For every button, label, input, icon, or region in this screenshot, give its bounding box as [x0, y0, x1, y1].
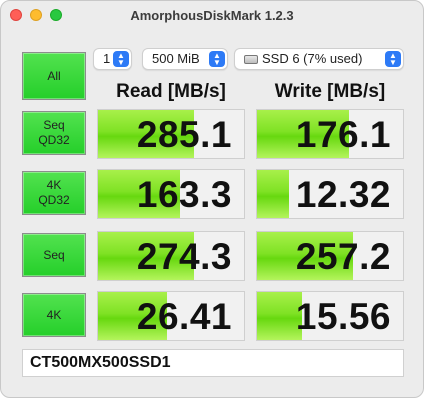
test-size-value: 500 MiB — [152, 51, 200, 66]
4k-write-result: 15.56 — [256, 291, 404, 341]
drive-select[interactable]: SSD 6 (7% used) ▲ ▼ — [234, 48, 404, 70]
chevron-updown-icon: ▲ ▼ — [113, 51, 129, 67]
result-value: 176.1 — [295, 114, 391, 155]
result-value: 12.32 — [295, 174, 391, 215]
result-value: 274.3 — [136, 236, 232, 277]
drive-icon — [244, 55, 258, 64]
write-header: Write [MB/s] — [274, 81, 386, 102]
4k-qd32-write-result: 12.32 — [256, 169, 404, 219]
chevron-updown-icon: ▲ ▼ — [209, 51, 225, 67]
window-title: AmorphousDiskMark 1.2.3 — [130, 8, 294, 23]
run-all-button[interactable]: All — [22, 52, 86, 100]
4k-qd32-button[interactable]: 4K QD32 — [22, 171, 86, 215]
seq-qd32-read-result: 285.1 — [97, 109, 245, 159]
4k-read-result: 26.41 — [97, 291, 245, 341]
result-bar — [257, 170, 290, 218]
4k-qd32-read-result: 163.3 — [97, 169, 245, 219]
chevron-updown-icon: ▲ ▼ — [385, 51, 401, 67]
drive-value: SSD 6 (7% used) — [262, 51, 363, 66]
app-window: AmorphousDiskMark 1.2.3 All 1 ▲ ▼ 500 MiB… — [0, 0, 424, 398]
result-value: 285.1 — [136, 114, 232, 155]
title-bar: AmorphousDiskMark 1.2.3 — [1, 1, 423, 31]
result-value: 163.3 — [136, 174, 232, 215]
seq-read-result: 274.3 — [97, 231, 245, 281]
seq-write-result: 257.2 — [256, 231, 404, 281]
test-size-select[interactable]: 500 MiB ▲ ▼ — [142, 48, 228, 70]
test-count-select[interactable]: 1 ▲ ▼ — [93, 48, 132, 70]
device-name-field[interactable]: CT500MX500SSD1 — [22, 349, 404, 377]
result-value: 26.41 — [136, 296, 232, 337]
seq-button[interactable]: Seq — [22, 233, 86, 277]
test-count-value: 1 — [103, 51, 111, 66]
read-header: Read [MB/s] — [116, 81, 226, 102]
result-value: 257.2 — [295, 236, 391, 277]
result-value: 15.56 — [295, 296, 391, 337]
seq-qd32-button[interactable]: Seq QD32 — [22, 111, 86, 155]
seq-qd32-write-result: 176.1 — [256, 109, 404, 159]
4k-button[interactable]: 4K — [22, 293, 86, 337]
